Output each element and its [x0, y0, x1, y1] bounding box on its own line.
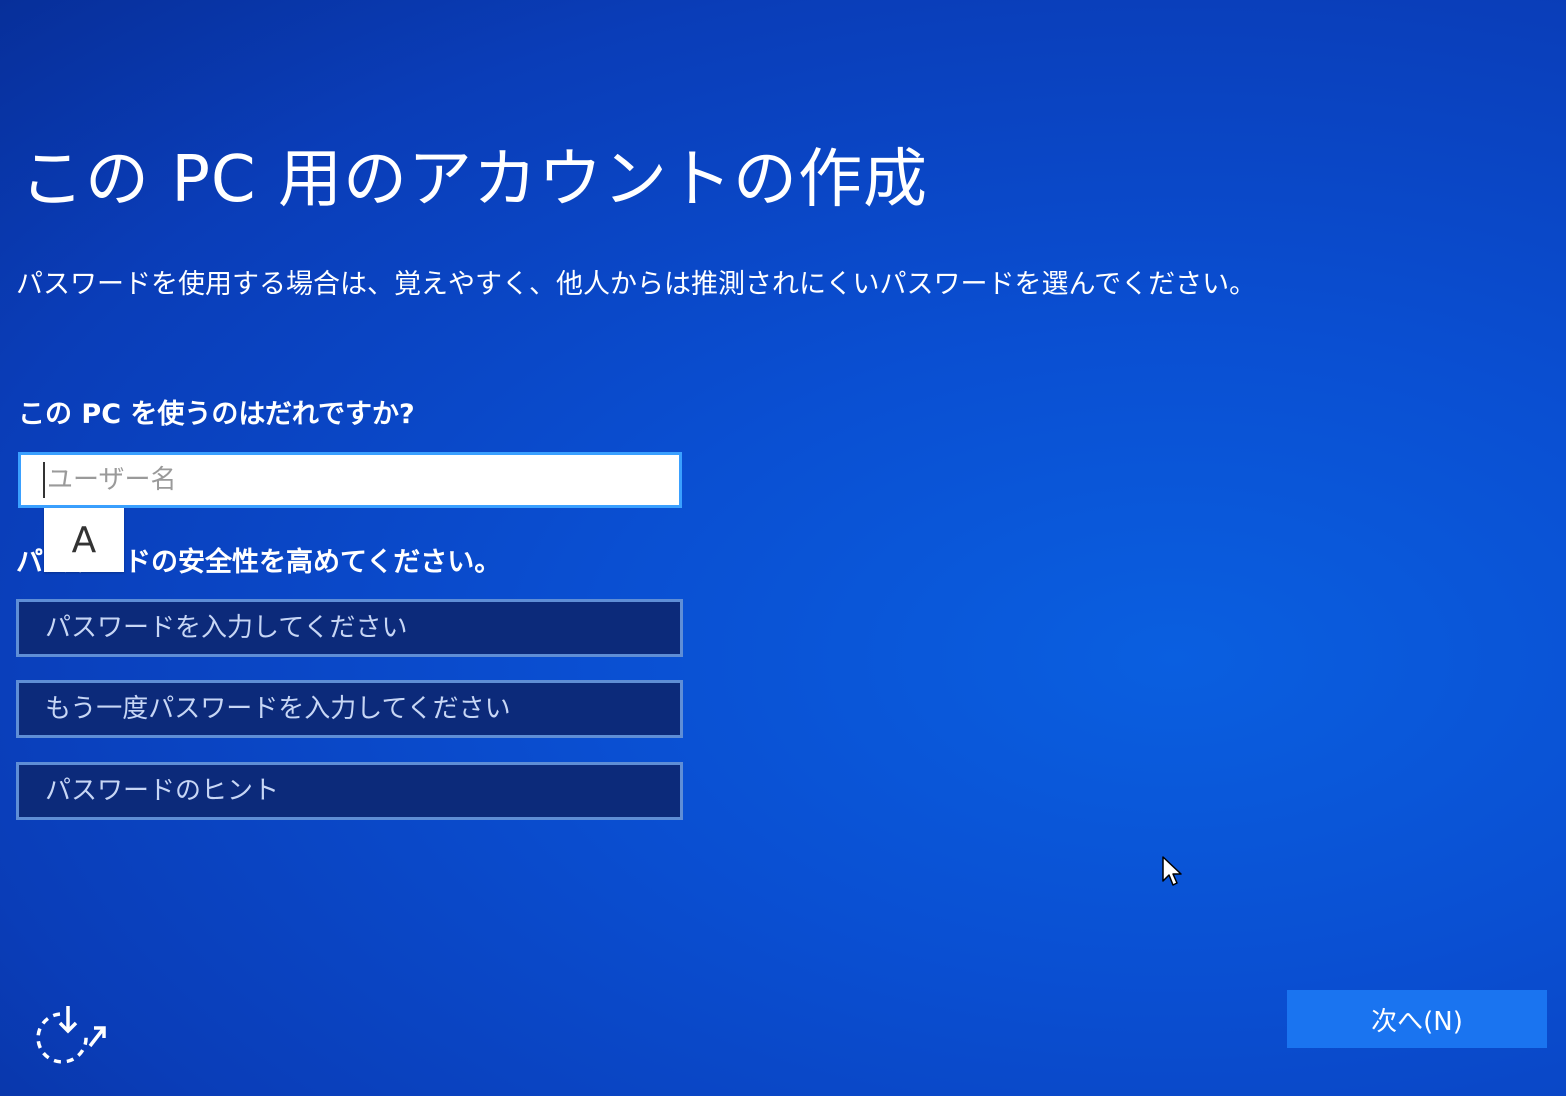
username-input[interactable] — [18, 452, 682, 508]
user-question-label: この PC を使うのはだれですか? — [18, 399, 415, 430]
ime-mode-indicator: A — [44, 508, 124, 572]
next-button[interactable]: 次へ(N) — [1287, 990, 1547, 1048]
password-confirm-input[interactable] — [16, 680, 683, 738]
mouse-cursor-icon — [1161, 855, 1185, 889]
password-input[interactable] — [16, 599, 683, 657]
page-description: パスワードを使用する場合は、覚えやすく、他人からは推測されにくいパスワードを選ん… — [16, 269, 1257, 300]
page-title: この PC 用のアカウントの作成 — [20, 143, 928, 217]
password-hint-input[interactable] — [16, 762, 683, 820]
text-caret — [43, 462, 45, 498]
ease-of-access-icon[interactable] — [30, 1002, 110, 1064]
